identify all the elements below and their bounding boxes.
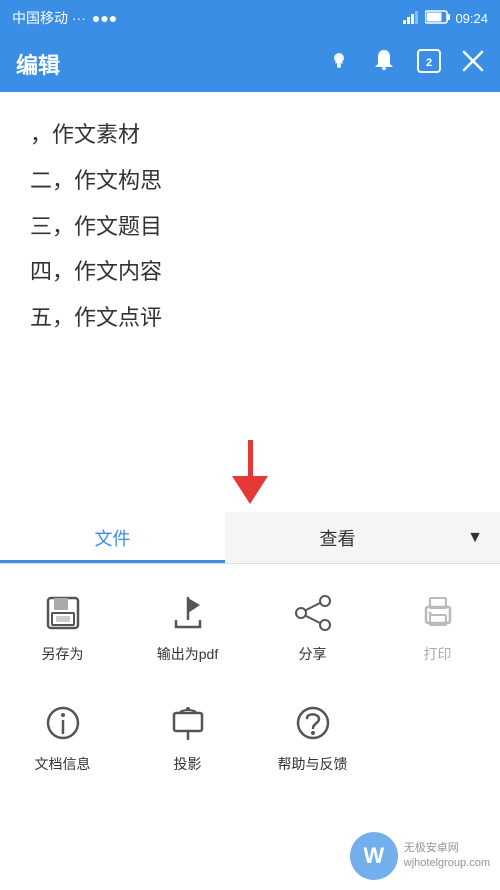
list-item: 二，作文构思 <box>30 158 470 204</box>
carrier-text: 中国移动 ··· <box>12 8 86 28</box>
save-as-icon <box>40 590 86 636</box>
down-arrow-icon <box>232 440 268 504</box>
save-as-button[interactable]: 另存为 <box>0 574 125 674</box>
status-left: 中国移动 ··· ●●● <box>12 8 117 28</box>
doc-info-label: 文档信息 <box>35 754 91 774</box>
watermark-logo: W <box>350 832 398 880</box>
time-text: 09:24 <box>455 11 488 26</box>
chevron-down-icon: ▼ <box>467 529 483 547</box>
item-text: 二，作文构思 <box>30 168 162 193</box>
doc-info-button[interactable]: 文档信息 <box>0 684 125 784</box>
watermark: W 无极安卓网 wjhotelgroup.com <box>350 832 490 880</box>
print-icon <box>415 590 461 636</box>
grid-icon[interactable]: 2 <box>416 48 442 80</box>
export-pdf-button[interactable]: 输出为pdf <box>125 574 250 674</box>
share-button[interactable]: 分享 <box>250 574 375 674</box>
status-right: 09:24 <box>403 10 488 27</box>
list-item: 四，作文内容 <box>30 249 470 295</box>
list-item: 五，作文点评 <box>30 295 470 341</box>
export-pdf-icon <box>165 590 211 636</box>
watermark-url: wjhotelgroup.com <box>404 856 490 871</box>
print-button[interactable]: 打印 <box>375 574 500 674</box>
nav-title: 编辑 <box>16 48 60 80</box>
content-list: ，作文素材 二，作文构思 三，作文题目 四，作文内容 五，作文点评 <box>30 112 470 341</box>
help-button[interactable]: 帮助与反馈 <box>250 684 375 784</box>
signal-bars <box>403 10 421 27</box>
svg-text:2: 2 <box>426 57 432 69</box>
tab-view[interactable]: 查看 <box>225 512 450 563</box>
item-text: 三，作文题目 <box>30 214 162 239</box>
tool-icon[interactable] <box>326 48 352 80</box>
menu-grid: 另存为 输出为pdf 分享 <box>0 564 500 794</box>
tab-file-label: 文件 <box>95 525 131 551</box>
battery-icon <box>425 10 451 27</box>
item-text: 四，作文内容 <box>30 259 162 284</box>
projection-label: 投影 <box>174 754 202 774</box>
item-text: ，作文素材 <box>30 122 140 147</box>
scroll-arrow-area <box>0 432 500 512</box>
help-icon <box>290 700 336 746</box>
projection-icon <box>165 700 211 746</box>
watermark-site: 无极安卓网 <box>404 841 490 856</box>
projection-button[interactable]: 投影 <box>125 684 250 784</box>
nav-bar: 编辑 2 <box>0 36 500 92</box>
save-as-label: 另存为 <box>42 644 84 664</box>
print-label: 打印 <box>424 644 452 664</box>
share-label: 分享 <box>299 644 327 664</box>
help-label: 帮助与反馈 <box>278 754 348 774</box>
list-item: 三，作文题目 <box>30 204 470 250</box>
bell-icon[interactable] <box>372 48 396 80</box>
tab-bar: 文件 查看 ▼ <box>0 512 500 564</box>
tab-file[interactable]: 文件 <box>0 512 225 563</box>
tab-dropdown-button[interactable]: ▼ <box>450 512 500 563</box>
watermark-text-block: 无极安卓网 wjhotelgroup.com <box>404 841 490 872</box>
doc-info-icon <box>40 700 86 746</box>
list-item: ，作文素材 <box>30 112 470 158</box>
share-icon <box>290 590 336 636</box>
tab-view-label: 查看 <box>320 525 356 551</box>
document-content: ，作文素材 二，作文构思 三，作文题目 四，作文内容 五，作文点评 <box>0 92 500 432</box>
status-bar: 中国移动 ··· ●●● 09:24 <box>0 0 500 36</box>
close-icon[interactable] <box>462 50 484 78</box>
signal-icon: ●●● <box>92 10 117 26</box>
export-pdf-label: 输出为pdf <box>157 644 218 664</box>
item-text: 五，作文点评 <box>30 305 162 330</box>
nav-icons: 2 <box>326 48 484 80</box>
